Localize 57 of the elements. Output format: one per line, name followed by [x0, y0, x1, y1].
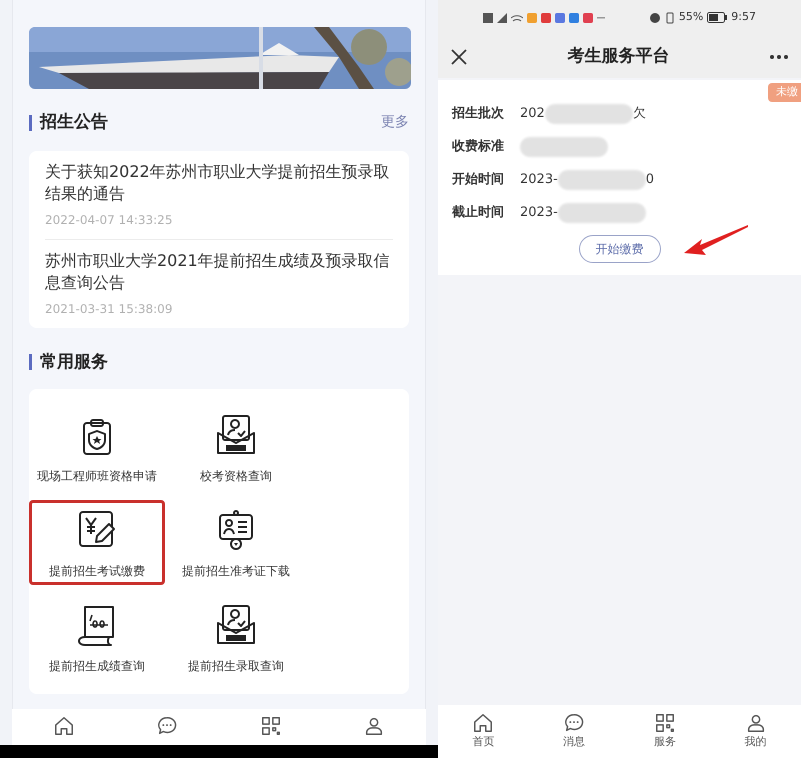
status-badge: 未缴	[768, 83, 801, 102]
service-label: 提前招生录取查询	[188, 658, 284, 675]
envelope-icon	[214, 413, 258, 457]
notice-title: 苏州市职业大学2021年提前招生成绩及预录取信息查询公告	[45, 250, 391, 294]
service-label: 提前招生准考证下载	[182, 563, 290, 580]
vibrate-icon	[664, 12, 675, 24]
envelope-icon	[214, 603, 258, 647]
sim-icon	[483, 12, 493, 22]
tab-button[interactable]: 消息	[563, 712, 586, 751]
tab-button[interactable]	[260, 715, 282, 737]
service-label: 提前招生成绩查询	[49, 658, 145, 675]
field-label: 收费标准	[452, 138, 504, 156]
field-value: 欠	[632, 104, 646, 123]
close-icon[interactable]	[450, 48, 468, 66]
notice-time: 2022-04-07 14:33:25	[45, 212, 174, 228]
field-label: 截止时间	[452, 204, 504, 222]
grid-icon	[260, 715, 282, 737]
clock: 9:57	[731, 9, 756, 26]
service-item[interactable]: 提前招生考试缴费	[29, 500, 165, 585]
chat-icon	[156, 715, 178, 737]
service-item[interactable]: 提前招生录取查询	[165, 595, 307, 680]
home-icon	[472, 712, 494, 734]
field-label: 开始时间	[452, 170, 504, 189]
tab-button[interactable]	[52, 715, 75, 737]
section-title: 常用服务	[40, 350, 108, 374]
id-badge-icon	[216, 508, 256, 552]
grid-icon	[654, 712, 676, 734]
service-label: 提前招生考试缴费	[49, 563, 145, 580]
field-value: 0	[646, 170, 654, 189]
service-item[interactable]: 提前招生成绩查询	[29, 595, 165, 680]
service-item[interactable]: 校考资格查询	[165, 405, 307, 490]
notice-title: 关于获知2022年苏州市职业大学提前招生预录取结果的通告	[45, 160, 391, 204]
battery-icon	[707, 12, 728, 23]
field-value: 202	[520, 104, 545, 123]
alarm-icon	[648, 12, 661, 24]
tab-button[interactable]: 首页	[472, 712, 494, 751]
tab-button[interactable]	[156, 715, 178, 737]
home-icon	[52, 715, 75, 737]
more-icon[interactable]	[769, 54, 789, 60]
field-value: 2023-	[520, 170, 558, 189]
service-label: 校考资格查询	[200, 468, 272, 485]
tab-button[interactable]: 服务	[654, 712, 676, 751]
section-title: 招生公告	[40, 111, 108, 134]
pay-button[interactable]: 开始缴费	[578, 235, 660, 263]
notice-item[interactable]: 苏州市职业大学2021年提前招生成绩及预录取信息查询公告 2021-03-31 15:38:09	[45, 238, 393, 328]
service-item[interactable]: 现场工程师班资格申请	[29, 405, 165, 490]
field-value: 2023-	[520, 204, 558, 222]
notice-time: 2021-03-31 15:38:09	[45, 300, 174, 318]
wifi-icon	[511, 12, 523, 22]
service-item[interactable]: 提前招生准考证下载	[165, 500, 307, 585]
service-label: 现场工程师班资格申请	[37, 468, 157, 485]
page-title: 考生服务平台	[568, 44, 670, 68]
field-label: 招生批次	[452, 104, 504, 123]
battery-percent: 55%	[678, 9, 704, 26]
notice-item[interactable]: 关于获知2022年苏州市职业大学提前招生预录取结果的通告 2022-04-07 14:33:25	[45, 150, 393, 238]
signal-icon	[497, 12, 507, 22]
tab-button[interactable]: 我的	[744, 712, 767, 751]
